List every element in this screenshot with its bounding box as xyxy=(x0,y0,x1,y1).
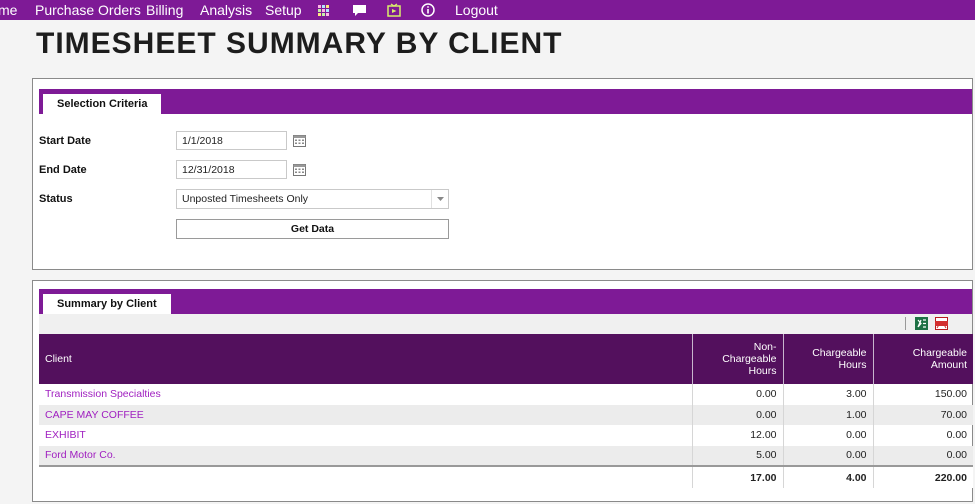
table-row: EXHIBIT 12.00 0.00 0.00 xyxy=(39,425,973,446)
table-row: CAPE MAY COFFEE 0.00 1.00 70.00 xyxy=(39,404,973,425)
top-nav: me Purchase Orders Billing Analysis Setu… xyxy=(0,0,975,20)
grid-icon[interactable] xyxy=(318,0,329,20)
client-link[interactable]: Ford Motor Co. xyxy=(39,445,693,466)
client-link[interactable]: CAPE MAY COFFEE xyxy=(39,404,693,425)
start-date-label: Start Date xyxy=(39,135,91,147)
total-chargeable-amount: 220.00 xyxy=(873,465,973,488)
chargeable-amount-cell: 150.00 xyxy=(934,388,967,401)
column-header-chargeable-amount[interactable]: Chargeable Amount xyxy=(873,334,973,384)
nav-home[interactable]: me xyxy=(0,0,17,20)
export-toolbar xyxy=(39,314,972,334)
chargeable-amount-cell: 0.00 xyxy=(873,445,973,466)
non-chargeable-hours-cell: 0.00 xyxy=(692,404,784,425)
column-header-chargeable-hours[interactable]: Chargeable Hours xyxy=(783,334,874,384)
nav-billing[interactable]: Billing xyxy=(146,0,183,20)
status-select[interactable]: Unposted Timesheets Only xyxy=(176,189,449,209)
nav-purchase-orders[interactable]: Purchase Orders xyxy=(35,0,141,20)
tab-summary-by-client[interactable]: Summary by Client xyxy=(43,293,171,314)
column-header-client[interactable]: Client xyxy=(39,334,693,384)
chargeable-amount-cell: 0.00 xyxy=(946,429,967,442)
chargeable-hours-cell: 0.00 xyxy=(783,445,874,466)
video-icon[interactable] xyxy=(387,0,401,20)
page-title: TIMESHEET SUMMARY BY CLIENT xyxy=(36,27,563,60)
calendar-icon[interactable] xyxy=(293,134,306,147)
total-chargeable-hours: 4.00 xyxy=(783,465,874,488)
selection-criteria-panel: Selection Criteria Start Date End Date S… xyxy=(32,78,973,270)
table-header-row: Client Non- Chargeable Hours Chargeable … xyxy=(39,334,973,384)
calendar-icon[interactable] xyxy=(293,163,306,176)
chargeable-hours-cell: 1.00 xyxy=(783,404,874,425)
chargeable-hours-cell: 3.00 xyxy=(783,384,874,405)
total-non-chargeable-hours: 17.00 xyxy=(692,465,784,488)
non-chargeable-hours-cell: 5.00 xyxy=(692,445,784,466)
chevron-down-icon[interactable] xyxy=(431,190,448,208)
totals-row: 17.00 4.00 220.00 xyxy=(39,465,973,488)
excel-export-icon[interactable] xyxy=(915,317,928,330)
non-chargeable-hours-cell: 0.00 xyxy=(692,384,784,405)
chargeable-hours-cell: 0.00 xyxy=(783,425,874,446)
nav-setup[interactable]: Setup xyxy=(265,0,302,20)
status-label: Status xyxy=(39,193,73,205)
start-date-input[interactable] xyxy=(176,131,287,150)
nav-logout[interactable]: Logout xyxy=(455,0,498,20)
toolbar-divider xyxy=(905,317,906,330)
info-icon[interactable] xyxy=(421,0,435,20)
table-row: Transmission Specialties 0.00 3.00 150.0… xyxy=(39,384,973,405)
summary-header: Summary by Client xyxy=(39,289,972,314)
selection-criteria-header: Selection Criteria xyxy=(39,89,972,114)
column-header-non-chargeable-hours[interactable]: Non- Chargeable Hours xyxy=(692,334,784,384)
client-link[interactable]: EXHIBIT xyxy=(39,425,693,446)
nav-analysis[interactable]: Analysis xyxy=(200,0,252,20)
client-link[interactable]: Transmission Specialties xyxy=(39,384,693,405)
chargeable-amount-cell: 70.00 xyxy=(873,404,973,425)
end-date-label: End Date xyxy=(39,164,87,176)
get-data-button[interactable]: Get Data xyxy=(176,219,449,239)
tab-selection-criteria[interactable]: Selection Criteria xyxy=(43,93,162,114)
table-row: Ford Motor Co. 5.00 0.00 0.00 xyxy=(39,445,973,466)
non-chargeable-hours-cell: 12.00 xyxy=(692,425,784,446)
end-date-input[interactable] xyxy=(176,160,287,179)
chat-icon[interactable] xyxy=(352,0,367,20)
pdf-export-icon[interactable] xyxy=(935,317,948,330)
summary-panel: Summary by Client Client Non- Chargeable… xyxy=(32,280,973,502)
totals-label-cell xyxy=(39,465,693,488)
status-select-value: Unposted Timesheets Only xyxy=(182,193,309,205)
summary-table: Client Non- Chargeable Hours Chargeable … xyxy=(39,334,973,488)
